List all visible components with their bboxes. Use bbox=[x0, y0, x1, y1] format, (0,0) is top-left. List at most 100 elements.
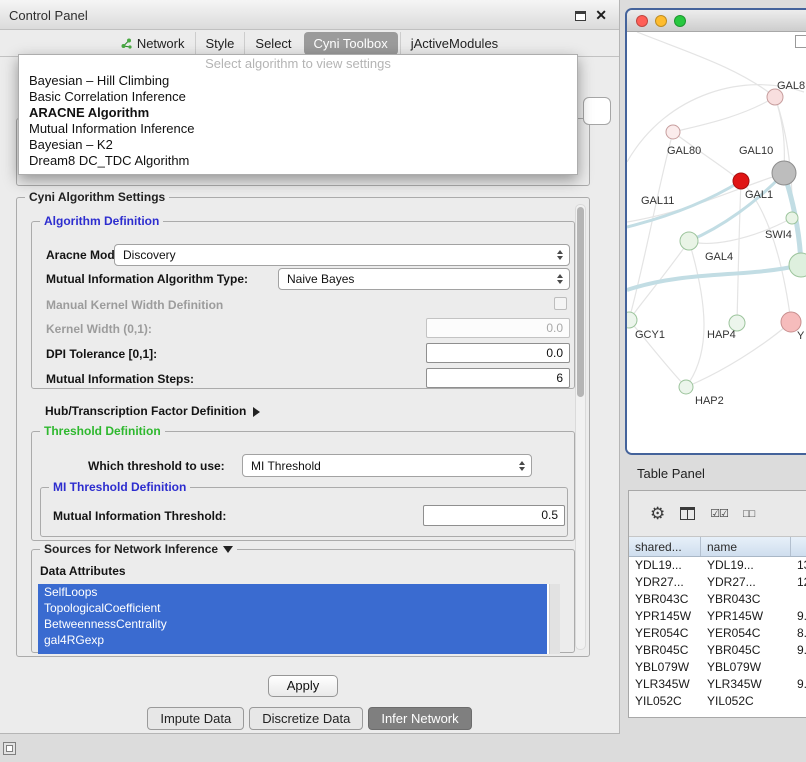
mi-threshold-definition-group: MI Threshold Definition Mutual Informati… bbox=[40, 487, 568, 537]
table-cell: 12 bbox=[791, 574, 806, 591]
overview-box[interactable] bbox=[795, 35, 806, 48]
table-cell: YBR045C bbox=[701, 642, 791, 659]
tab-jactivemodules[interactable]: jActiveModules bbox=[400, 32, 508, 55]
apply-button[interactable]: Apply bbox=[268, 675, 338, 697]
attribute-item[interactable]: BetweennessCentrality bbox=[38, 616, 547, 632]
network-node[interactable] bbox=[733, 173, 749, 189]
tab-network[interactable]: Network bbox=[111, 32, 195, 55]
settings-scrollbar[interactable] bbox=[575, 204, 586, 650]
control-panel-titlebar[interactable]: Control Panel ✕ bbox=[0, 0, 619, 30]
attribute-item[interactable]: SelfLoops bbox=[38, 584, 547, 600]
algorithm-definition-group: Algorithm Definition Aracne Mode: Discov… bbox=[31, 221, 575, 389]
table-row[interactable]: YPR145WYPR145W9. bbox=[629, 608, 806, 625]
network-node[interactable] bbox=[680, 232, 698, 250]
bottom-tab-discretize-data[interactable]: Discretize Data bbox=[249, 707, 363, 730]
tab-label: Select bbox=[255, 36, 291, 51]
network-window-titlebar[interactable] bbox=[627, 10, 806, 32]
table-cell: YBR045C bbox=[629, 642, 701, 659]
columns-icon[interactable] bbox=[680, 507, 695, 520]
network-tab-icon bbox=[121, 38, 132, 49]
combo-arrows-icon bbox=[519, 461, 525, 471]
node-label: GAL1 bbox=[745, 189, 773, 201]
algorithm-option-mutual-information-inference[interactable]: Mutual Information Inference bbox=[19, 121, 577, 137]
network-node[interactable] bbox=[627, 312, 637, 328]
table-row[interactable]: YER054CYER054C8. bbox=[629, 625, 806, 642]
settings-scrollbar-thumb[interactable] bbox=[577, 207, 584, 397]
table-row[interactable]: YIL052CYIL052C bbox=[629, 693, 806, 710]
zoom-light-icon[interactable] bbox=[674, 15, 686, 27]
combo-arrows-icon bbox=[557, 250, 563, 260]
tab-cyni-toolbox[interactable]: Cyni Toolbox bbox=[304, 32, 398, 55]
aracne-mode-select[interactable]: Discovery bbox=[114, 244, 570, 266]
settings-group-title: Cyni Algorithm Settings bbox=[25, 190, 169, 204]
node-label: GAL4 bbox=[705, 251, 733, 263]
table-row[interactable]: YBL079WYBL079W bbox=[629, 659, 806, 676]
column-header-name[interactable]: name bbox=[701, 537, 791, 556]
bottom-tab-infer-network[interactable]: Infer Network bbox=[368, 707, 471, 730]
column-header-col-2[interactable] bbox=[791, 537, 806, 556]
tab-select[interactable]: Select bbox=[244, 32, 301, 55]
float-window-icon[interactable] bbox=[575, 11, 586, 21]
node-label: GAL80 bbox=[667, 145, 701, 157]
gear-icon[interactable]: ⚙ bbox=[650, 505, 665, 522]
network-node[interactable] bbox=[781, 312, 801, 332]
traffic-lights bbox=[636, 15, 686, 27]
table-cell: YDR27... bbox=[701, 574, 791, 591]
mi-steps-field[interactable]: 6 bbox=[426, 368, 570, 388]
table-cell: YLR345W bbox=[701, 676, 791, 693]
side-button[interactable] bbox=[583, 97, 611, 125]
mi-algorithm-type-select[interactable]: Naive Bayes bbox=[278, 268, 570, 290]
deselect-all-icon[interactable]: □□ bbox=[743, 508, 754, 520]
which-threshold-select[interactable]: MI Threshold bbox=[242, 454, 532, 477]
table-body: YDL19...YDL19...13YDR27...YDR27...12YBR0… bbox=[629, 557, 806, 718]
kernel-width-field[interactable]: 0.0 bbox=[426, 318, 570, 338]
attributes-scrollbar[interactable] bbox=[549, 584, 560, 654]
expand-right-icon bbox=[253, 407, 260, 417]
table-panel-title: Table Panel bbox=[637, 466, 705, 481]
dpi-tolerance-field[interactable]: 0.0 bbox=[426, 343, 570, 363]
bottom-tab-impute-data[interactable]: Impute Data bbox=[147, 707, 244, 730]
table-row[interactable]: YDR27...YDR27...12 bbox=[629, 574, 806, 591]
algorithm-placeholder-option[interactable]: Select algorithm to view settings bbox=[19, 55, 577, 73]
table-cell: YER054C bbox=[629, 625, 701, 642]
manual-kernel-width-label: Manual Kernel Width Definition bbox=[46, 298, 223, 312]
minimize-light-icon[interactable] bbox=[655, 15, 667, 27]
attribute-item[interactable]: gal4RGexp bbox=[38, 632, 547, 648]
hub-definition-expander[interactable]: Hub/Transcription Factor Definition bbox=[45, 404, 260, 418]
table-row[interactable]: YLR345WYLR345W9. bbox=[629, 676, 806, 693]
hub-definition-label: Hub/Transcription Factor Definition bbox=[45, 404, 246, 418]
table-row[interactable]: YBR045CYBR045C9. bbox=[629, 642, 806, 659]
node-label: GAL8 bbox=[777, 80, 805, 92]
network-node[interactable] bbox=[786, 212, 798, 224]
network-node[interactable] bbox=[772, 161, 796, 185]
data-attributes-label: Data Attributes bbox=[40, 564, 126, 578]
attribute-item[interactable]: TopologicalCoefficient bbox=[38, 600, 547, 616]
column-header-shared[interactable]: shared... bbox=[629, 537, 701, 556]
kernel-width-label: Kernel Width (0,1): bbox=[46, 322, 152, 336]
network-graph: GAL8GAL80GAL10GAL11GAL1SWI4GAL4GCY1HAP4Y… bbox=[627, 32, 806, 453]
close-icon[interactable]: ✕ bbox=[595, 7, 607, 24]
network-node[interactable] bbox=[666, 125, 680, 139]
network-node[interactable] bbox=[679, 380, 693, 394]
tab-style[interactable]: Style bbox=[195, 32, 245, 55]
table-row[interactable]: YBR043CYBR043C bbox=[629, 591, 806, 608]
algorithm-option-bayesian-hill-climbing[interactable]: Bayesian – Hill Climbing bbox=[19, 73, 577, 89]
mi-threshold-field[interactable]: 0.5 bbox=[423, 505, 565, 526]
algorithm-option-dream8-dc-tdc-algorithm[interactable]: Dream8 DC_TDC Algorithm bbox=[19, 153, 577, 169]
node-label: GCY1 bbox=[635, 329, 665, 341]
algorithm-option-bayesian-k2[interactable]: Bayesian – K2 bbox=[19, 137, 577, 153]
panel-dock-icon[interactable] bbox=[3, 742, 16, 755]
attribute-item-partial[interactable] bbox=[38, 648, 547, 654]
network-canvas[interactable]: GAL8GAL80GAL10GAL11GAL1SWI4GAL4GCY1HAP4Y… bbox=[627, 32, 806, 453]
close-light-icon[interactable] bbox=[636, 15, 648, 27]
algorithm-option-basic-correlation-inference[interactable]: Basic Correlation Inference bbox=[19, 89, 577, 105]
network-node[interactable] bbox=[789, 253, 806, 277]
table-cell bbox=[791, 693, 806, 710]
select-all-icon[interactable]: ☑☑ bbox=[710, 507, 728, 520]
table-row[interactable]: YDL19...YDL19...13 bbox=[629, 557, 806, 574]
control-panel-window: Control Panel ✕ NetworkStyle Select Cyni T… bbox=[0, 0, 620, 734]
algorithm-option-aracne-algorithm[interactable]: ARACNE Algorithm bbox=[19, 105, 577, 121]
manual-kernel-width-checkbox[interactable] bbox=[554, 297, 567, 310]
table-cell: 9. bbox=[791, 676, 806, 693]
sources-group-title[interactable]: Sources for Network Inference bbox=[40, 542, 237, 556]
